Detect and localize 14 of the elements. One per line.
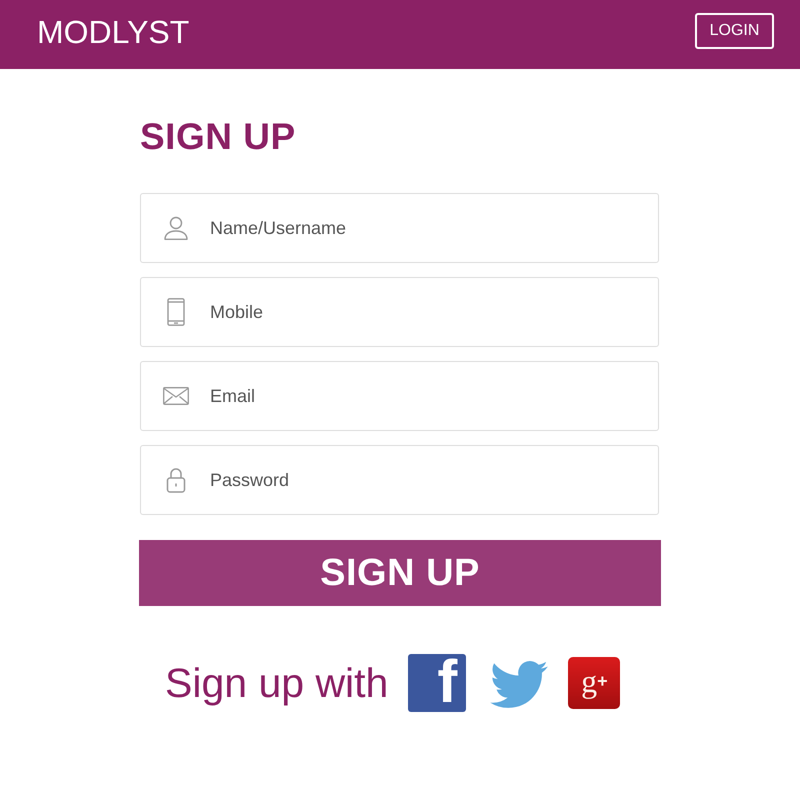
bird-icon[interactable] xyxy=(490,658,548,708)
username-field[interactable]: Name/Username xyxy=(140,193,659,263)
user-icon xyxy=(163,215,189,241)
mobile-field[interactable]: Mobile xyxy=(140,277,659,347)
facebook-button[interactable]: f xyxy=(408,654,466,712)
logo-text[interactable]: MODLYST xyxy=(37,14,190,50)
login-button[interactable]: LOGIN xyxy=(695,12,774,48)
sign-up-button[interactable]: SIGN UP xyxy=(139,540,661,606)
social-sign-up-label: Sign up with xyxy=(165,659,388,708)
password-field[interactable]: Password xyxy=(140,445,659,515)
email-field[interactable]: Email xyxy=(140,361,659,431)
envelope-icon xyxy=(163,387,189,405)
google-plus-button[interactable]: g$^{+}$ xyxy=(568,657,620,709)
page-title: SIGN UP xyxy=(140,115,297,159)
